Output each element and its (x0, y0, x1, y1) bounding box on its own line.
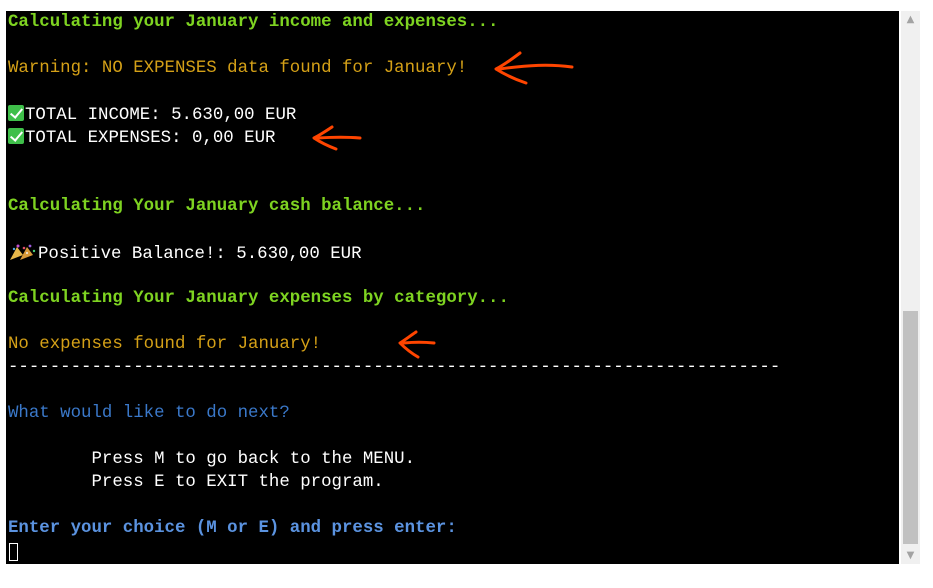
positive-balance-line: Positive Balance!: 5.630,00 EUR (8, 243, 362, 265)
input-cursor[interactable] (9, 543, 18, 561)
calc-category-heading: Calculating Your January expenses by cat… (8, 289, 509, 308)
next-action-prompt: What would like to do next? (8, 404, 290, 423)
positive-balance-text: Positive Balance!: 5.630,00 EUR (38, 245, 362, 264)
menu-option-text: Press M to go back to the MENU. (8, 450, 416, 469)
scroll-up-arrow-icon[interactable]: ▲ (901, 11, 920, 28)
annotation-arrow-icon (398, 330, 436, 359)
calc-income-heading: Calculating your January income and expe… (8, 13, 499, 32)
total-income-line: TOTAL INCOME: 5.630,00 EUR (8, 105, 296, 126)
scroll-down-arrow-icon[interactable]: ▼ (901, 547, 920, 564)
terminal-window[interactable]: Calculating your January income and expe… (6, 11, 899, 564)
exit-option-text: Press E to EXIT the program. (8, 473, 384, 492)
vertical-scrollbar[interactable]: ▲ ▼ (901, 11, 920, 564)
total-expenses-text: TOTAL EXPENSES: 0,00 EUR (25, 129, 276, 148)
total-income-text: TOTAL INCOME: 5.630,00 EUR (25, 106, 297, 125)
calc-balance-heading: Calculating Your January cash balance... (8, 197, 426, 216)
total-expenses-line: TOTAL EXPENSES: 0,00 EUR (8, 128, 275, 149)
enter-choice-prompt: Enter your choice (M or E) and press ent… (8, 519, 457, 538)
scrollbar-thumb[interactable] (903, 311, 918, 544)
party-popper-icon (10, 244, 36, 260)
annotation-arrow-icon (494, 51, 574, 85)
check-mark-icon (8, 105, 24, 121)
no-expenses-message: No expenses found for January! (8, 335, 322, 354)
check-mark-icon (8, 128, 24, 144)
warning-message: Warning: NO EXPENSES data found for Janu… (8, 59, 468, 78)
separator-line: ----------------------------------------… (8, 358, 781, 377)
annotation-arrow-icon (312, 125, 362, 151)
